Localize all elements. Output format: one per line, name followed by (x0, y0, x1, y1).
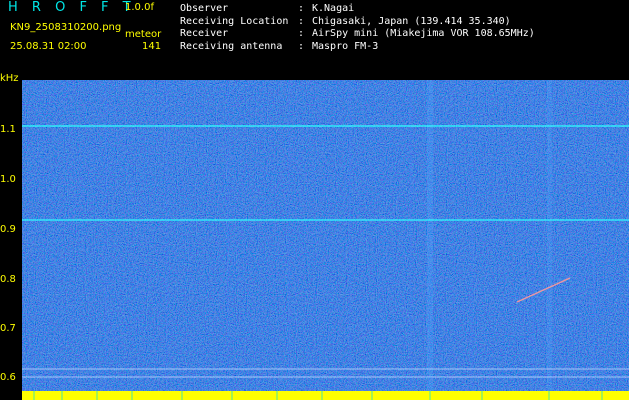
station-info: Observer: K.Nagai Receiving Location: Chig… (180, 3, 535, 53)
version-label: 1.0.0f (125, 2, 154, 13)
datetime-label: 25.08.31 02:00 (10, 41, 87, 52)
freq-tick: 1.1 (0, 124, 16, 135)
bottom-indicator-strip (22, 391, 629, 400)
brand-title: H R O F F T (8, 0, 136, 15)
info-row-antenna: Receiving antenna: Maspro FM-3 (180, 40, 379, 52)
header: H R O F F T 1.0.0f KN9_2508310200.png me… (0, 0, 629, 76)
freq-tick: 0.9 (0, 224, 16, 235)
count-label: 141 (142, 41, 162, 52)
freq-tick: 1.0 (0, 174, 16, 185)
freq-tick: 0.8 (0, 274, 16, 285)
info-row-location: Receiving Location: Chigasaki, Japan (139… (180, 15, 511, 27)
frequency-unit-label: kHz (0, 73, 19, 84)
vertical-streak (427, 80, 433, 400)
info-row-receiver: Receiver: AirSpy mini (Miakejima VOR 108.… (180, 28, 535, 39)
spectrogram (22, 80, 629, 400)
filename-label: KN9_2508310200.png (10, 22, 122, 33)
info-row-observer: Observer: K.Nagai (180, 3, 355, 14)
freq-tick: 0.6 (0, 372, 16, 383)
noise-texture (22, 80, 629, 400)
freq-tick: 0.7 (0, 323, 16, 334)
mode-label: meteor (125, 29, 162, 40)
vertical-streak (547, 80, 552, 400)
